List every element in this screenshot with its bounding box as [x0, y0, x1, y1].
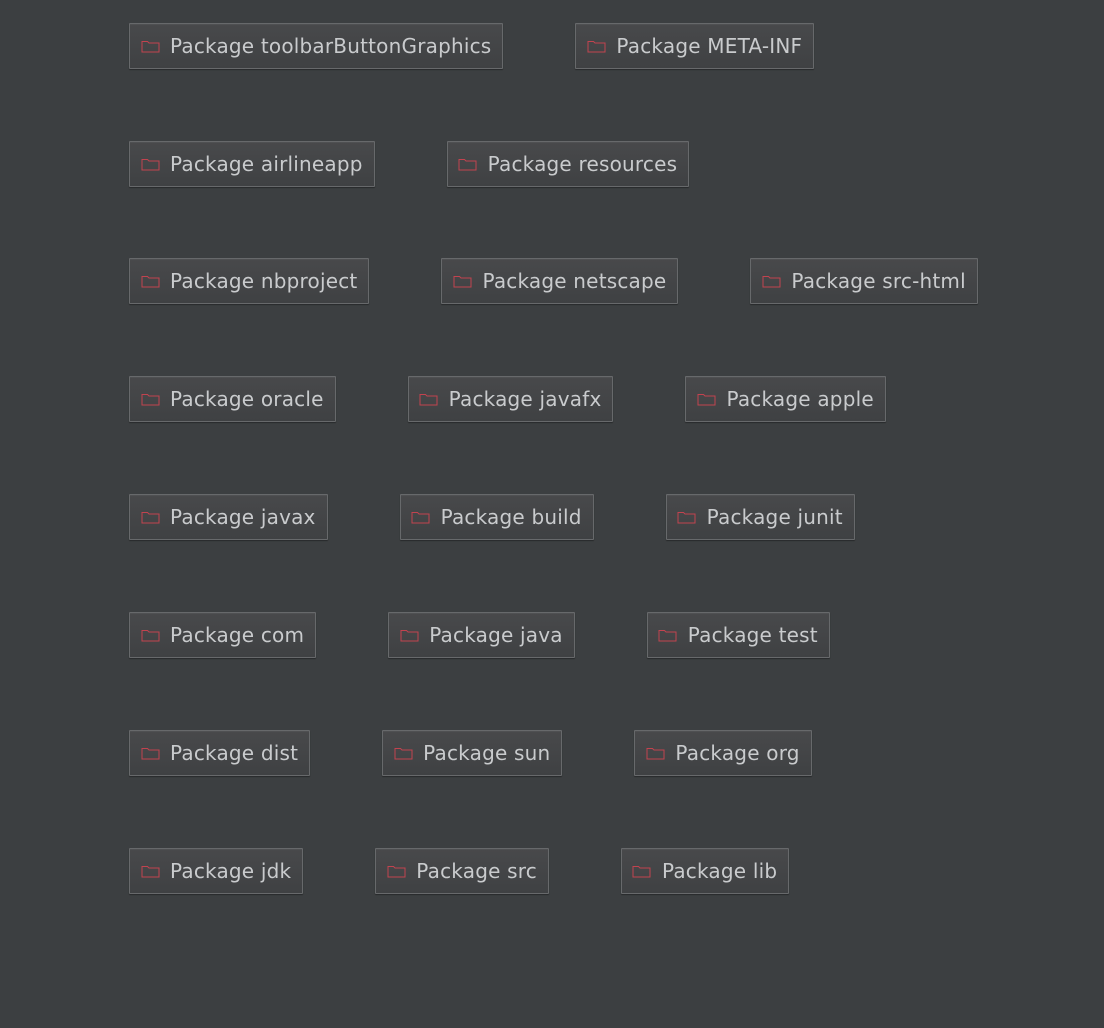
package-node-test[interactable]: Package test: [646, 612, 830, 658]
package-node-airlineapp[interactable]: Package airlineapp: [129, 141, 375, 187]
package-row: Package toolbarButtonGraphics Package ME…: [129, 23, 815, 69]
package-node-com[interactable]: Package com: [129, 612, 317, 658]
package-diagram-canvas: Package toolbarButtonGraphics Package ME…: [0, 0, 1104, 1028]
package-node-javafx[interactable]: Package javafx: [407, 376, 614, 422]
package-node-dist[interactable]: Package dist: [129, 730, 311, 776]
package-label: Package java: [429, 623, 563, 647]
package-node-netscape[interactable]: Package netscape: [441, 258, 679, 304]
folder-icon: [386, 863, 406, 879]
package-node-jdk[interactable]: Package jdk: [129, 848, 304, 894]
folder-icon: [586, 38, 606, 54]
package-label: Package org: [675, 741, 800, 765]
folder-icon: [393, 745, 413, 761]
folder-icon: [140, 391, 160, 407]
package-label: Package dist: [170, 741, 299, 765]
folder-icon: [140, 745, 160, 761]
package-node-lib[interactable]: Package lib: [620, 848, 790, 894]
package-node-oracle[interactable]: Package oracle: [129, 376, 336, 422]
package-label: Package src-html: [791, 269, 966, 293]
folder-icon: [140, 38, 160, 54]
package-label: Package javafx: [448, 387, 602, 411]
package-row: Package dist Package sun Package org: [129, 730, 812, 776]
package-node-java[interactable]: Package java: [388, 612, 575, 658]
package-node-nbproject[interactable]: Package nbproject: [129, 258, 370, 304]
package-label: Package src: [416, 859, 537, 883]
package-label: Package junit: [706, 505, 843, 529]
package-label: Package com: [170, 623, 305, 647]
folder-icon: [140, 273, 160, 289]
package-label: Package test: [687, 623, 818, 647]
package-label: Package resources: [487, 152, 678, 176]
folder-icon: [140, 627, 160, 643]
folder-icon: [632, 863, 652, 879]
package-row: Package com Package java Package test: [129, 612, 830, 658]
package-node-src[interactable]: Package src: [375, 848, 549, 894]
package-label: Package META-INF: [616, 34, 803, 58]
folder-icon: [458, 156, 478, 172]
folder-icon: [411, 509, 431, 525]
folder-icon: [761, 273, 781, 289]
package-label: Package netscape: [482, 269, 667, 293]
package-row: Package javax Package build Package juni…: [129, 494, 855, 540]
package-node-resources[interactable]: Package resources: [446, 141, 690, 187]
package-label: Package build: [440, 505, 582, 529]
folder-icon: [140, 863, 160, 879]
package-node-sun[interactable]: Package sun: [382, 730, 563, 776]
package-node-org[interactable]: Package org: [634, 730, 812, 776]
folder-icon: [696, 391, 716, 407]
package-node-apple[interactable]: Package apple: [685, 376, 886, 422]
package-node-javax[interactable]: Package javax: [129, 494, 328, 540]
folder-icon: [399, 627, 419, 643]
package-label: Package nbproject: [170, 269, 358, 293]
folder-icon: [140, 509, 160, 525]
package-row: Package jdk Package src Package lib: [129, 848, 790, 894]
package-node-meta-inf[interactable]: Package META-INF: [575, 23, 815, 69]
folder-icon: [140, 156, 160, 172]
package-label: Package javax: [170, 505, 316, 529]
package-node-build[interactable]: Package build: [399, 494, 594, 540]
package-node-src-html[interactable]: Package src-html: [750, 258, 978, 304]
package-row: Package nbproject Package netscape Packa…: [129, 258, 978, 304]
package-label: Package oracle: [170, 387, 324, 411]
package-row: Package airlineapp Package resources: [129, 141, 690, 187]
package-label: Package jdk: [170, 859, 292, 883]
folder-icon: [677, 509, 697, 525]
package-label: Package sun: [423, 741, 551, 765]
package-label: Package lib: [661, 859, 778, 883]
package-row: Package oracle Package javafx Package ap…: [129, 376, 886, 422]
package-label: Package airlineapp: [170, 152, 363, 176]
folder-icon: [645, 745, 665, 761]
folder-icon: [658, 627, 678, 643]
package-node-toolbarbuttongraphics[interactable]: Package toolbarButtonGraphics: [129, 23, 504, 69]
package-label: Package toolbarButtonGraphics: [170, 34, 492, 58]
package-label: Package apple: [726, 387, 874, 411]
folder-icon: [419, 391, 439, 407]
package-node-junit[interactable]: Package junit: [665, 494, 855, 540]
folder-icon: [452, 273, 472, 289]
